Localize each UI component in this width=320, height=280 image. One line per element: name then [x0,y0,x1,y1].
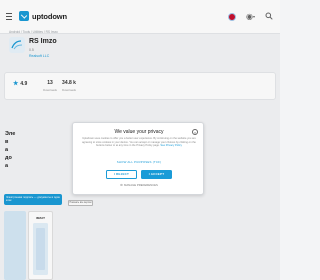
cookie-consent-dialog: We value your privacy × Uptodown uses co… [72,122,204,195]
close-icon[interactable]: × [192,129,198,135]
consent-title: We value your privacy [114,129,164,135]
manage-preferences-link[interactable]: ⚙MANAGE PREFERENCES [73,183,205,187]
reject-button[interactable]: I REJECT [106,170,137,179]
manage-preferences-label: MANAGE PREFERENCES [123,183,158,187]
consent-body: Uptodown uses cookies to offer you a bet… [80,137,198,148]
gear-icon: ⚙ [120,183,123,187]
privacy-policy-link[interactable]: See Privacy Policy [160,144,181,147]
accept-button[interactable]: I ACCEPT [141,170,172,179]
show-purposes-link[interactable]: SHOW ALL PURPOSES (TCF) [73,160,205,164]
